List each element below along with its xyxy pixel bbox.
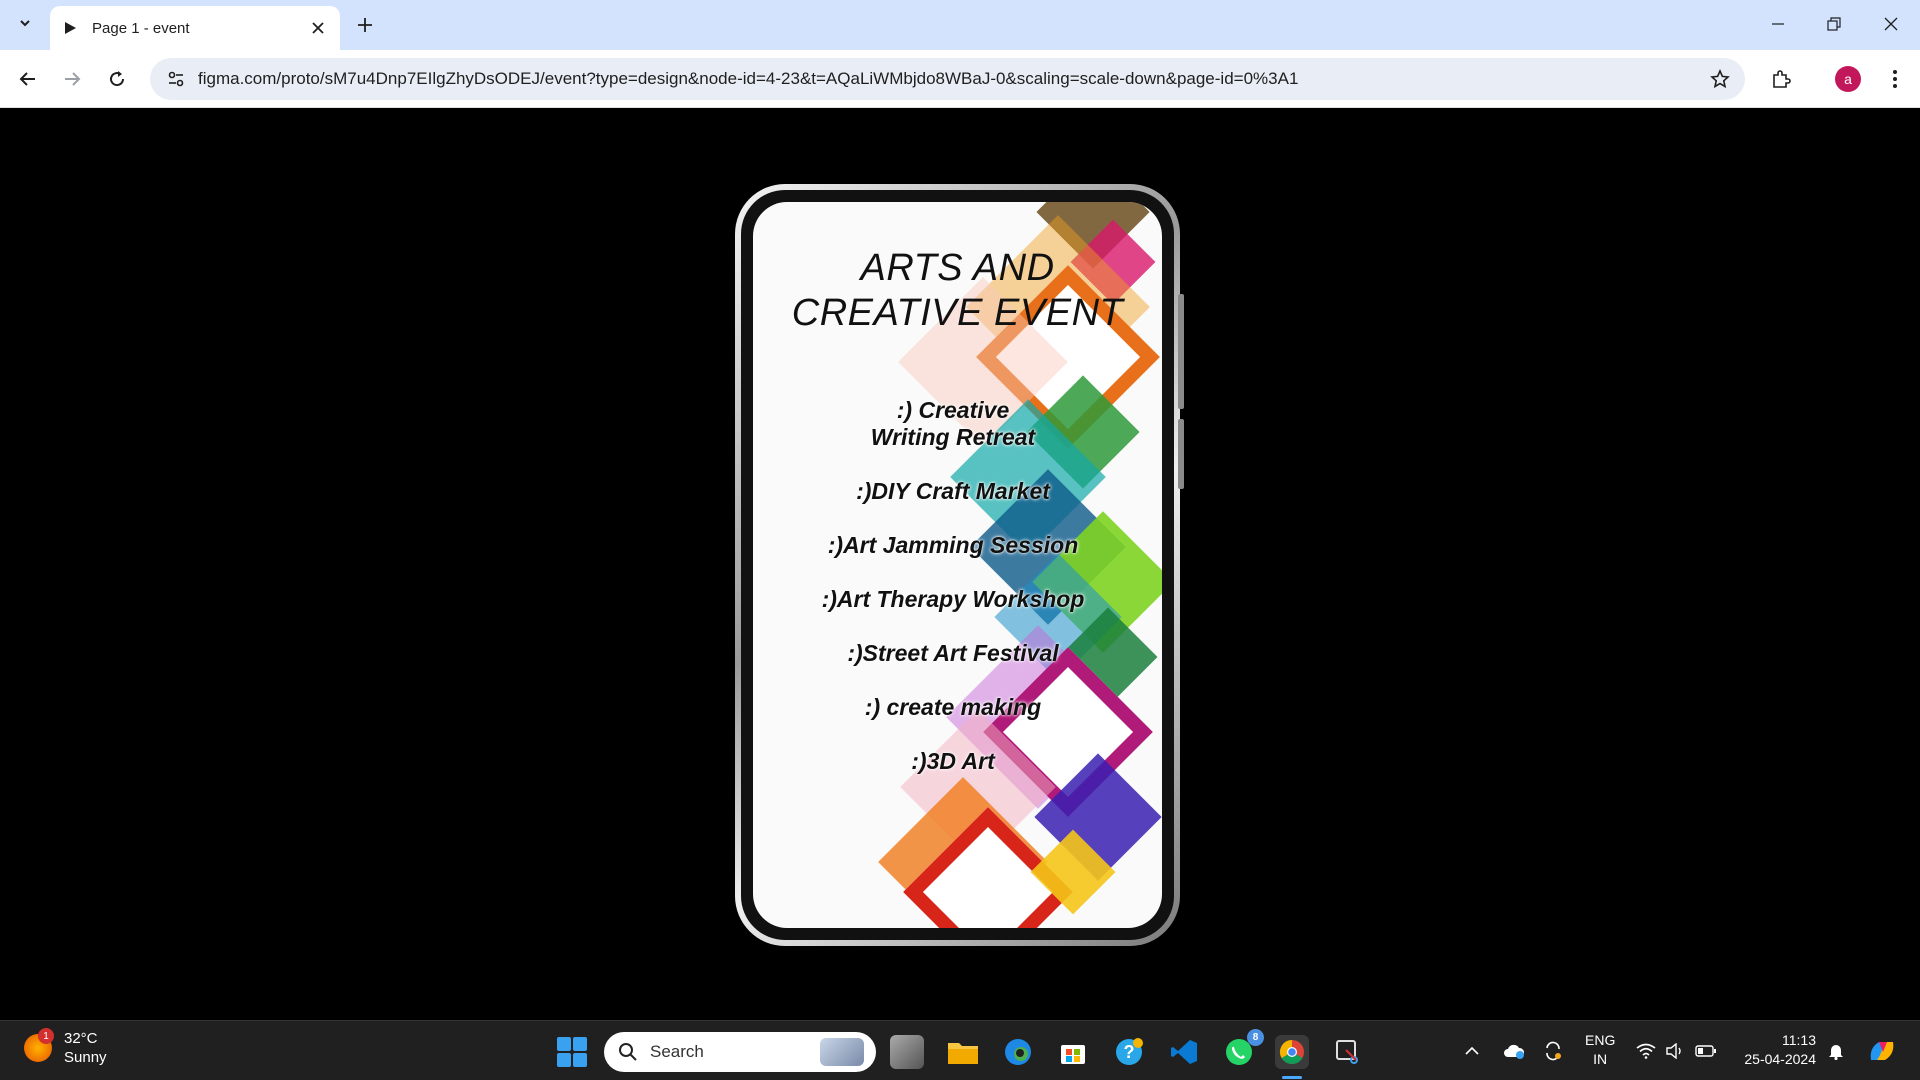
tab-search-button[interactable] xyxy=(12,10,38,36)
site-settings-icon[interactable] xyxy=(164,67,188,91)
svg-text:?: ? xyxy=(1124,1042,1135,1062)
lang-code: ENG xyxy=(1585,1032,1616,1048)
windows-start-icon[interactable] xyxy=(557,1037,587,1067)
show-hidden-icons-chevron-up-icon[interactable] xyxy=(1460,1039,1484,1063)
chrome-icon[interactable] xyxy=(1275,1035,1309,1069)
weather-badge: 1 xyxy=(38,1028,54,1044)
system-clock[interactable]: 11:13 25-04-2024 xyxy=(1736,1031,1816,1069)
profile-avatar[interactable]: a xyxy=(1835,66,1861,92)
event-item: :) create making xyxy=(864,694,1042,720)
new-tab-button[interactable] xyxy=(352,12,378,38)
phone-frame: ARTS AND CREATIVE EVENT :) Creative Writ… xyxy=(735,184,1184,946)
browser-menu-button[interactable] xyxy=(1880,64,1910,94)
chevron-down-icon xyxy=(20,20,30,27)
event-item: :)Art Jamming Session xyxy=(827,532,1079,558)
task-view-icon[interactable] xyxy=(890,1035,924,1069)
phone-bezel: ARTS AND CREATIVE EVENT :) Creative Writ… xyxy=(741,190,1174,940)
arrow-left-icon xyxy=(19,72,35,86)
event-item: :)Art Therapy Workshop xyxy=(821,586,1085,612)
weather-temp: 32°C xyxy=(64,1030,98,1047)
minimize-button[interactable] xyxy=(1758,8,1798,40)
help-app-icon[interactable]: ? xyxy=(1112,1035,1146,1069)
figma-play-icon xyxy=(62,20,78,36)
plus-icon xyxy=(358,18,372,32)
snipping-tool-icon[interactable] xyxy=(1331,1035,1365,1069)
reload-button[interactable] xyxy=(102,64,132,94)
tab-active[interactable]: Page 1 - event xyxy=(50,6,340,50)
copilot-icon[interactable] xyxy=(1866,1039,1898,1063)
close-icon xyxy=(1884,17,1898,31)
taskbar: 1 32°C Sunny Search ? 8 ENG IN 11:13 25-… xyxy=(0,1020,1920,1080)
whatsapp-icon[interactable]: 8 xyxy=(1222,1029,1264,1069)
vscode-icon[interactable] xyxy=(1167,1035,1201,1069)
weather-condition: Sunny xyxy=(64,1049,107,1066)
event-title: ARTS AND CREATIVE EVENT xyxy=(753,246,1162,336)
active-app-indicator xyxy=(1282,1076,1302,1079)
close-tab-icon[interactable] xyxy=(308,18,328,38)
search-highlight-icon xyxy=(820,1038,864,1066)
arrow-right-icon xyxy=(65,72,81,86)
puzzle-icon xyxy=(1773,70,1791,88)
close-window-button[interactable] xyxy=(1871,8,1911,40)
event-item: :)Street Art Festival xyxy=(847,640,1059,666)
sun-icon: 1 xyxy=(24,1028,54,1062)
battery-icon[interactable] xyxy=(1694,1039,1718,1063)
event-list: :) Creative Writing Retreat :)DIY Craft … xyxy=(773,397,1133,802)
volume-icon[interactable] xyxy=(1663,1039,1687,1063)
edge-browser-icon[interactable] xyxy=(1001,1035,1035,1069)
search-label: Search xyxy=(650,1042,704,1061)
search-icon xyxy=(619,1043,637,1061)
event-item: :)DIY Craft Market xyxy=(856,478,1050,504)
event-item: :)3D Art xyxy=(911,748,995,774)
whatsapp-badge: 8 xyxy=(1247,1029,1264,1046)
kebab-menu-icon xyxy=(1893,70,1897,88)
url-text[interactable]: figma.com/proto/sM7u4Dnp7EIlgZhyDsODEJ/e… xyxy=(198,69,1705,89)
reload-icon xyxy=(110,71,125,87)
back-button[interactable] xyxy=(13,64,43,94)
prototype-viewport: ARTS AND CREATIVE EVENT :) Creative Writ… xyxy=(0,109,1920,1020)
language-indicator[interactable]: ENG IN xyxy=(1585,1031,1615,1069)
event-title-line: CREATIVE EVENT xyxy=(791,292,1124,334)
restore-button[interactable] xyxy=(1814,8,1854,40)
phone-side-button xyxy=(1178,419,1184,489)
phone-screen: ARTS AND CREATIVE EVENT :) Creative Writ… xyxy=(753,202,1162,928)
file-explorer-icon[interactable] xyxy=(946,1035,980,1069)
microsoft-store-icon[interactable] xyxy=(1056,1035,1090,1069)
event-item: :) Creative Writing Retreat xyxy=(870,397,1036,450)
lang-region: IN xyxy=(1593,1051,1608,1067)
wifi-icon[interactable] xyxy=(1634,1039,1658,1063)
bookmark-star-icon[interactable] xyxy=(1705,64,1735,94)
forward-button[interactable] xyxy=(57,64,87,94)
restore-icon xyxy=(1827,17,1841,31)
address-bar[interactable]: figma.com/proto/sM7u4Dnp7EIlgZhyDsODEJ/e… xyxy=(150,58,1745,100)
onedrive-icon[interactable] xyxy=(1502,1039,1526,1063)
taskbar-search[interactable]: Search xyxy=(604,1032,876,1072)
browser-toolbar: figma.com/proto/sM7u4Dnp7EIlgZhyDsODEJ/e… xyxy=(0,50,1920,108)
extensions-button[interactable] xyxy=(1766,64,1796,94)
phone-side-button xyxy=(1178,294,1184,409)
clock-time: 11:13 xyxy=(1782,1032,1816,1048)
weather-widget[interactable]: 1 32°C Sunny xyxy=(24,1028,107,1067)
event-title-line: ARTS AND xyxy=(860,247,1055,289)
sync-icon[interactable] xyxy=(1541,1039,1565,1063)
minimize-icon xyxy=(1772,23,1784,25)
clock-date: 25-04-2024 xyxy=(1744,1051,1816,1067)
tab-title: Page 1 - event xyxy=(92,19,190,37)
notification-bell-icon[interactable] xyxy=(1824,1039,1848,1063)
tab-bar: Page 1 - event xyxy=(0,0,1920,50)
